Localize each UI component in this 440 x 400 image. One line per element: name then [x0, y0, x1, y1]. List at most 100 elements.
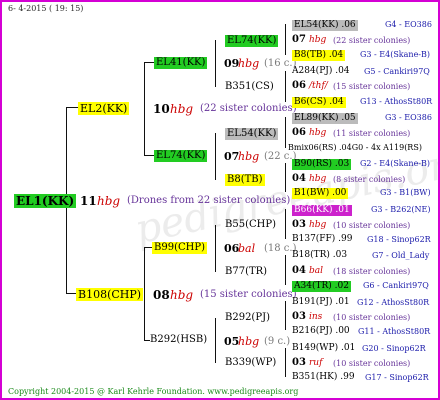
gen5-note: (15 sister colonies): [333, 82, 411, 91]
connector: [66, 293, 76, 294]
gen5-queen[interactable]: B216(PJ) .00: [292, 327, 350, 336]
gen5-queen[interactable]: EL54(KK) .06: [292, 20, 358, 31]
gen3-drone-source: hbg: [238, 335, 260, 348]
gen5-queen[interactable]: B351(HK) .99: [292, 373, 355, 382]
gen5-note: (10 sister colonies): [333, 221, 411, 230]
gen4-queen[interactable]: B351(CS): [225, 82, 274, 92]
gen5-lineage: G20 - Sinop62R: [362, 344, 426, 353]
gen5-year: 03: [292, 219, 306, 230]
root-note: (Drones from 22 sister colonies): [127, 195, 291, 206]
gen5-lineage: G18 - Sinop62R: [367, 235, 431, 244]
gen3-note: (9 c.): [264, 336, 291, 347]
gen5-lineage: G11 - AthosSt80R: [358, 327, 431, 336]
connector: [285, 301, 286, 330]
connector: [144, 62, 154, 63]
connector: [285, 348, 286, 377]
connector: [285, 255, 286, 285]
gen5-drone-source: bal: [309, 266, 324, 276]
gen5-note: (8 sister colonies): [333, 175, 406, 184]
gen5-queen[interactable]: B191(PJ) .01: [292, 298, 350, 307]
sire-drone-source: hbg: [170, 102, 194, 116]
gen5-drone-source: hbg: [309, 128, 327, 138]
gen3-drone-source: hbg: [238, 57, 260, 70]
root-drone-source: hbg: [97, 194, 121, 208]
gen5-lineage: G6 - Cankiri97Q: [363, 281, 429, 290]
sire-queen[interactable]: EL2(KK): [78, 102, 130, 115]
connector: [285, 163, 286, 192]
gen3-queen[interactable]: B292(HSB): [150, 335, 207, 345]
gen5-lineage: G13 - AthosSt80R: [360, 97, 433, 106]
gen5-lineage: G17 - Sinop62R: [365, 373, 429, 382]
gen3-queen[interactable]: EL41(KK): [154, 57, 208, 69]
gen5-year: 07: [292, 34, 306, 45]
gen5-lineage: G3 - B262(NE): [371, 205, 431, 214]
gen3-queen[interactable]: B99(CHP): [152, 242, 207, 254]
gen5-drone-source: hbg: [309, 220, 327, 230]
gen5-lineage: G3 - B1(BW): [380, 188, 431, 197]
gen4-queen[interactable]: B55(CHP): [225, 220, 276, 230]
gen5-note: (11 sister colonies): [333, 129, 411, 138]
gen4-queen[interactable]: EL74(KK): [225, 35, 279, 47]
gen5-queen[interactable]: B137(FF) .99: [292, 235, 352, 244]
connector: [285, 209, 286, 239]
dam-year: 08: [153, 288, 170, 302]
gen5-note: (10 sister colonies): [333, 359, 411, 368]
gen5-year: 06: [292, 127, 306, 138]
gen5-lineage: G2 - E4(Skane-B): [360, 159, 431, 168]
gen4-queen[interactable]: B8(TB): [225, 174, 265, 186]
connector: [285, 71, 286, 102]
gen5-year: 04: [292, 173, 306, 184]
gen5-year: 04: [292, 265, 306, 276]
gen5-queen[interactable]: A34(TR) .02: [292, 281, 351, 292]
gen5-queen[interactable]: B8(TB) .04: [292, 50, 346, 61]
gen5-year: 03: [292, 311, 306, 322]
gen3-drone-source: bal: [238, 242, 256, 255]
gen5-lineage: G3 - EO386: [385, 113, 432, 122]
connector: [285, 24, 286, 55]
connector: [144, 247, 145, 341]
gen5-year: 06: [292, 80, 306, 91]
gen4-queen[interactable]: B339(WP): [225, 358, 276, 368]
copyright: Copyright 2004-2015 @ Karl Kehrle Founda…: [8, 387, 299, 396]
gen5-note: (18 sister colonies): [333, 267, 411, 276]
connector: [285, 117, 286, 148]
gen5-drone-source: ruf: [309, 358, 323, 368]
gen5-drone-source: hbg: [309, 35, 327, 45]
sire-year: 10: [153, 102, 170, 116]
gen5-drone-source: /thf/: [309, 81, 328, 91]
gen4-queen[interactable]: EL54(KK): [225, 128, 279, 140]
gen3-queen[interactable]: EL74(KK): [154, 150, 208, 162]
gen5-queen[interactable]: B6(CS) .04: [292, 97, 346, 108]
gen5-drone-source: hbg: [309, 174, 327, 184]
gen5-queen[interactable]: A284(PJ) .04: [292, 67, 350, 76]
connector: [215, 133, 216, 180]
gen5-queen[interactable]: B90(RS) .03: [292, 159, 352, 170]
gen5-queen[interactable]: EL89(KK) .05: [292, 113, 358, 124]
gen5-queen[interactable]: B66(KK) .01: [292, 205, 352, 216]
dam-queen[interactable]: B108(CHP): [76, 288, 144, 301]
gen5-queen[interactable]: B1(BW) .00: [292, 188, 349, 199]
gen5-queen[interactable]: B18(TR) .03: [292, 251, 347, 260]
dam-note: (15 sister colonies): [200, 289, 297, 300]
date-stamp: 6- 4-2015 ( 19: 15): [8, 4, 84, 13]
gen5-lineage: G7 - Old_Lady: [372, 251, 430, 260]
gen5-queen[interactable]: B149(WP) .01: [292, 344, 355, 353]
connector: [66, 107, 78, 108]
gen5-year: 03: [292, 357, 306, 368]
gen5-note: (22 sister colonies): [333, 36, 411, 45]
gen5-lineage: G4 - EO386: [385, 20, 432, 29]
gen5-lineage: G3 - E4(Skane-B): [360, 50, 431, 59]
gen5-queen[interactable]: Bmix06(RS) .04G0 - 4x A119(RS): [288, 144, 422, 152]
gen5-note: (10 sister colonies): [333, 313, 411, 322]
root-queen[interactable]: EL1(KK): [14, 194, 77, 208]
connector: [215, 318, 216, 363]
sire-note: (22 sister colonies): [200, 103, 297, 114]
pedigree-chart: pedigreeapis.org 6- 4-2015 ( 19: 15) EL1…: [0, 0, 440, 400]
dam-drone-source: hbg: [170, 288, 194, 302]
gen5-lineage: G5 - Cankiri97Q: [364, 67, 430, 76]
gen4-queen[interactable]: B292(PJ): [225, 313, 270, 323]
gen4-queen[interactable]: B77(TR): [225, 267, 267, 277]
connector: [144, 62, 145, 156]
gen3-drone-source: hbg: [238, 150, 260, 163]
root-year: 11: [80, 194, 97, 208]
